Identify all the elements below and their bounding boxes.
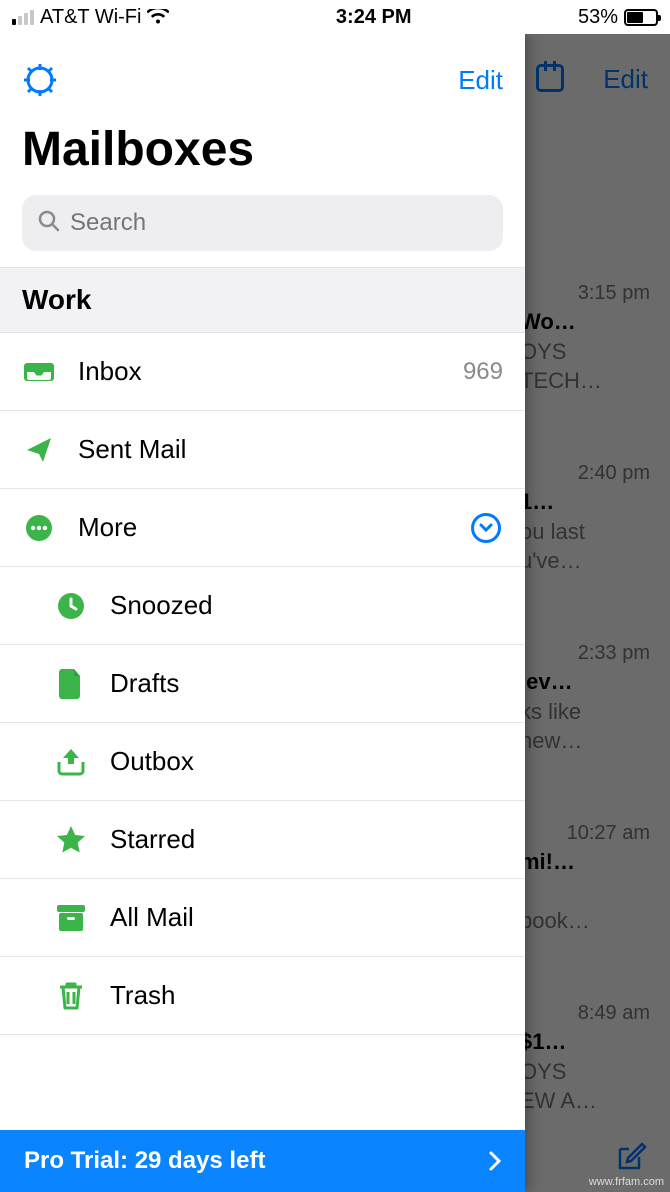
mailboxes-sidebar: Edit Mailboxes Work Inbox 969 Sent Mail (0, 34, 525, 1192)
mailbox-starred[interactable]: Starred (0, 801, 525, 879)
mailbox-more[interactable]: More (0, 489, 525, 567)
mailbox-label: Sent Mail (78, 434, 503, 465)
mailbox-count: 969 (463, 358, 503, 386)
mailbox-snoozed[interactable]: Snoozed (0, 567, 525, 645)
trash-icon (54, 981, 88, 1011)
account-section-header: Work (0, 267, 525, 333)
chevron-right-icon (489, 1151, 501, 1171)
outbox-icon (54, 748, 88, 776)
mailbox-drafts[interactable]: Drafts (0, 645, 525, 723)
clock: 3:24 PM (336, 6, 412, 29)
mailbox-label: More (78, 512, 447, 543)
mailbox-allmail[interactable]: All Mail (0, 879, 525, 957)
status-bar: AT&T Wi-Fi 3:24 PM 53% (0, 0, 670, 34)
mailbox-label: Snoozed (110, 590, 503, 621)
mailbox-label: Trash (110, 980, 503, 1011)
star-icon (54, 826, 88, 854)
watermark: www.frfam.com (589, 1176, 664, 1188)
inbox-icon (22, 360, 56, 384)
battery-icon (624, 9, 658, 26)
mailbox-sent[interactable]: Sent Mail (0, 411, 525, 489)
search-input[interactable] (70, 209, 487, 237)
wifi-icon (147, 9, 169, 25)
pro-trial-banner[interactable]: Pro Trial: 29 days left (0, 1130, 525, 1192)
mailbox-label: Drafts (110, 668, 503, 699)
snoozed-icon (54, 592, 88, 620)
pro-trial-text: Pro Trial: 29 days left (24, 1147, 265, 1175)
search-icon (38, 210, 60, 237)
edit-button[interactable]: Edit (458, 65, 503, 96)
mailbox-label: All Mail (110, 902, 503, 933)
mailbox-label: Outbox (110, 746, 503, 777)
archive-icon (54, 905, 88, 931)
cellular-signal-icon (12, 10, 34, 25)
mailbox-trash[interactable]: Trash (0, 957, 525, 1035)
chevron-down-icon (471, 513, 501, 543)
mailbox-outbox[interactable]: Outbox (0, 723, 525, 801)
more-icon (22, 514, 56, 542)
mailbox-label: Starred (110, 824, 503, 855)
sent-icon (22, 436, 56, 464)
search-field[interactable] (22, 195, 503, 251)
page-title: Mailboxes (0, 108, 525, 195)
expand-toggle[interactable] (469, 513, 503, 543)
mailbox-inbox[interactable]: Inbox 969 (0, 333, 525, 411)
settings-gear-icon[interactable] (22, 62, 58, 98)
carrier-label: AT&T Wi-Fi (40, 6, 141, 29)
battery-percent: 53% (578, 6, 618, 29)
drafts-icon (54, 669, 88, 699)
mailbox-label: Inbox (78, 356, 441, 387)
